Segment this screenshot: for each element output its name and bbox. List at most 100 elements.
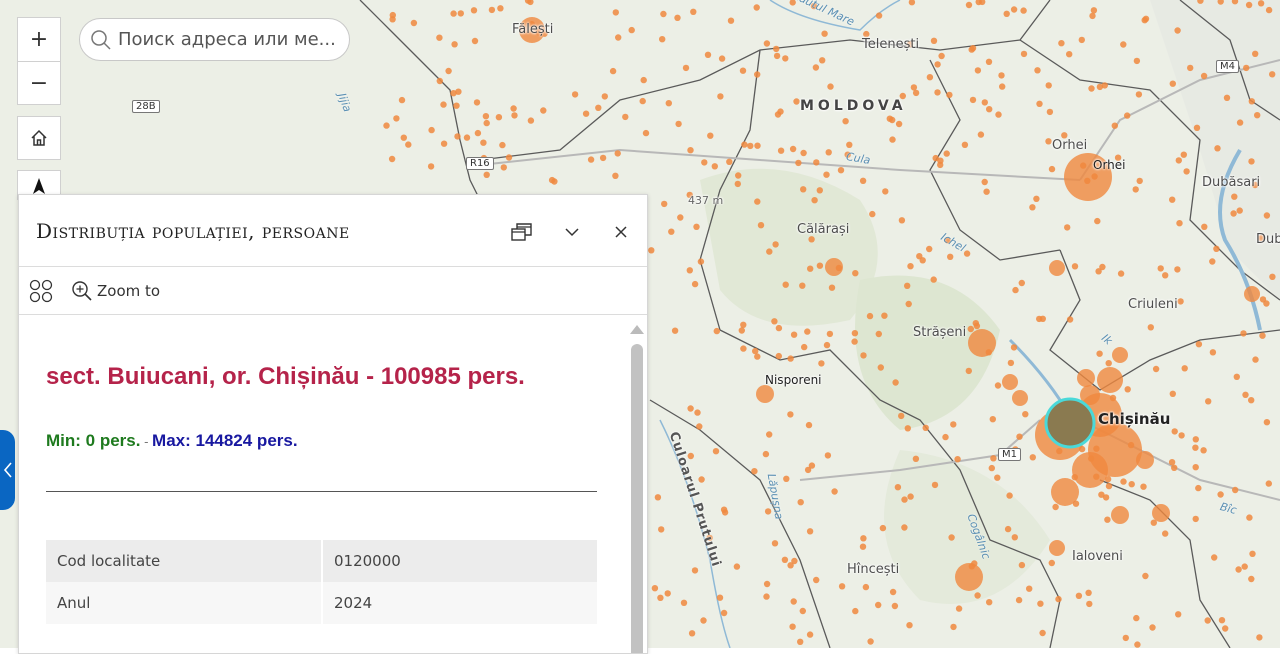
population-point[interactable] (393, 115, 400, 122)
population-point[interactable] (943, 150, 950, 157)
population-point[interactable] (1134, 641, 1141, 648)
select-features-icon[interactable] (29, 279, 53, 303)
population-point[interactable] (727, 17, 735, 24)
population-point[interactable] (1075, 592, 1083, 599)
population-point[interactable] (772, 241, 779, 248)
population-point[interactable] (1257, 0, 1265, 7)
population-point[interactable] (937, 161, 944, 169)
population-point[interactable] (471, 37, 479, 45)
population-point[interactable] (967, 325, 974, 333)
population-point[interactable] (1052, 503, 1059, 511)
population-point[interactable] (766, 248, 773, 255)
population-point[interactable] (1242, 391, 1249, 398)
population-point[interactable] (1048, 165, 1056, 173)
population-point[interactable] (499, 141, 506, 149)
population-point[interactable] (661, 200, 668, 208)
population-point[interactable] (1231, 0, 1239, 5)
population-point[interactable] (1142, 572, 1149, 580)
population-point[interactable] (875, 330, 882, 338)
population-point[interactable] (1020, 50, 1028, 58)
population-point[interactable] (483, 119, 490, 127)
population-point[interactable] (763, 580, 771, 588)
population-point[interactable] (852, 270, 859, 277)
population-point[interactable] (808, 236, 815, 243)
population-point[interactable] (595, 104, 602, 112)
population-point[interactable] (932, 154, 939, 162)
population-point[interactable] (1213, 245, 1220, 252)
population-point[interactable] (1097, 367, 1123, 393)
population-point[interactable] (791, 557, 798, 565)
zoom-in-button[interactable]: + (17, 17, 61, 61)
population-point[interactable] (1064, 224, 1071, 231)
population-point[interactable] (1240, 330, 1247, 337)
population-point[interactable] (734, 180, 741, 188)
population-point[interactable] (1094, 217, 1101, 225)
population-point[interactable] (640, 76, 647, 84)
population-point[interactable] (527, 0, 534, 6)
population-point[interactable] (1006, 492, 1013, 499)
population-point[interactable] (609, 67, 617, 75)
population-point[interactable] (1072, 452, 1108, 488)
population-point[interactable] (707, 132, 714, 139)
population-point[interactable] (628, 26, 635, 34)
population-point[interactable] (901, 496, 908, 503)
population-point[interactable] (675, 120, 682, 128)
population-point[interactable] (821, 30, 828, 37)
population-point[interactable] (995, 111, 1002, 118)
population-point[interactable] (1175, 611, 1182, 618)
population-point[interactable] (1128, 481, 1135, 488)
population-point[interactable] (410, 19, 418, 27)
population-point[interactable] (866, 312, 874, 320)
population-point[interactable] (1022, 411, 1029, 418)
population-point[interactable] (907, 263, 914, 270)
population-point[interactable] (505, 154, 513, 161)
population-point[interactable] (1192, 444, 1199, 451)
population-point[interactable] (1117, 270, 1125, 277)
population-point[interactable] (926, 74, 934, 81)
population-point[interactable] (1105, 360, 1112, 367)
population-point[interactable] (775, 324, 783, 332)
population-point[interactable] (654, 494, 662, 501)
population-point[interactable] (986, 106, 993, 113)
population-point[interactable] (1046, 108, 1054, 116)
population-point[interactable] (1171, 464, 1178, 471)
population-point[interactable] (1171, 428, 1178, 435)
population-point[interactable] (457, 10, 464, 17)
population-point[interactable] (837, 167, 845, 174)
population-point[interactable] (639, 97, 646, 105)
population-point[interactable] (741, 141, 748, 148)
population-point[interactable] (1169, 196, 1176, 203)
population-point[interactable] (751, 468, 758, 475)
population-point[interactable] (1033, 195, 1040, 202)
population-point[interactable] (753, 4, 760, 11)
population-point[interactable] (766, 431, 773, 438)
population-point[interactable] (1111, 506, 1129, 524)
population-point[interactable] (1045, 138, 1052, 145)
population-point[interactable] (720, 609, 728, 617)
population-point[interactable] (453, 102, 460, 109)
population-point[interactable] (825, 149, 832, 156)
population-point[interactable] (968, 329, 996, 357)
population-point[interactable] (950, 623, 957, 631)
population-point[interactable] (1218, 617, 1226, 624)
population-point[interactable] (1236, 119, 1244, 126)
population-point[interactable] (895, 120, 903, 128)
population-point[interactable] (1136, 177, 1143, 185)
population-point[interactable] (1248, 98, 1256, 105)
population-point[interactable] (851, 330, 859, 337)
population-point[interactable] (816, 187, 823, 194)
population-point[interactable] (1004, 525, 1012, 533)
population-point[interactable] (1192, 464, 1199, 471)
population-point[interactable] (1254, 112, 1261, 119)
population-point[interactable] (1133, 614, 1140, 622)
population-point[interactable] (1222, 625, 1229, 632)
population-point[interactable] (400, 134, 407, 141)
population-point[interactable] (1232, 486, 1239, 494)
population-point[interactable] (831, 488, 838, 495)
population-point[interactable] (773, 45, 780, 53)
population-point[interactable] (988, 464, 995, 472)
population-point[interactable] (612, 9, 619, 16)
population-point[interactable] (1055, 595, 1062, 603)
population-point[interactable] (875, 601, 882, 609)
selected-feature-highlight[interactable] (1044, 397, 1096, 449)
